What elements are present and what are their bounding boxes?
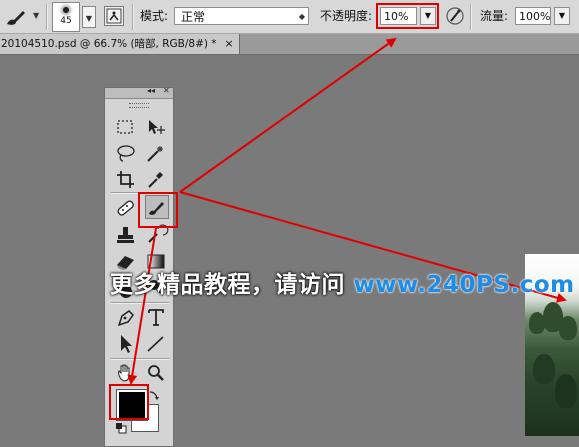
tree-foliage — [555, 374, 577, 408]
default-colors-icon[interactable] — [115, 422, 127, 434]
document-tab-bar: 20104510.psd @ 66.7% (暗部, RGB/8#) * × — [0, 34, 579, 55]
watermark: 更多精品教程，请访问 www.240PS.com — [110, 270, 575, 300]
divider — [46, 4, 48, 30]
brush-size-value: 45 — [60, 16, 72, 26]
spot-healing-tool[interactable] — [113, 196, 139, 220]
chevron-down-icon: ▼ — [558, 11, 566, 20]
move-tool[interactable] — [143, 116, 169, 140]
lasso-tool[interactable] — [113, 142, 139, 166]
tree-foliage — [533, 354, 555, 384]
brush-panel-toggle-button[interactable] — [104, 6, 124, 26]
opacity-label: 不透明度: — [320, 9, 373, 23]
blend-mode-select[interactable]: 正常 ◆ — [174, 7, 309, 25]
watermark-url: www.240PS.com — [353, 272, 575, 298]
updown-arrows-icon: ◆ — [298, 12, 305, 21]
clone-stamp-tool[interactable] — [113, 224, 139, 248]
crop-tool[interactable] — [113, 168, 139, 192]
marquee-tool[interactable] — [113, 116, 139, 140]
divider — [470, 4, 472, 30]
close-tab-icon[interactable]: × — [223, 34, 235, 54]
swap-colors-icon[interactable] — [147, 388, 161, 402]
arrow-to-opacity — [179, 37, 397, 193]
mode-label: 模式: — [140, 9, 169, 23]
type-tool[interactable] — [143, 306, 169, 330]
close-panel-icon[interactable]: ✕ — [163, 86, 170, 95]
tool-preset-dropdown-icon[interactable]: ▼ — [33, 11, 39, 20]
annotation-arrows — [127, 37, 567, 385]
divider — [111, 302, 169, 304]
watermark-chinese-text: 更多精品教程，请访问 — [110, 272, 345, 298]
tools-panel-header[interactable]: ◂◂ ✕ — [105, 86, 173, 99]
pen-tool[interactable] — [113, 306, 139, 330]
brush-tool-highlight-box — [138, 192, 178, 228]
options-bar: ▼ 45 ▼ 模式: 正常 ◆ 不透明度: 10% ▼ 流量: 100% ▼ — [0, 0, 579, 34]
line-tool[interactable] — [143, 332, 169, 356]
chevron-down-icon: ▼ — [85, 14, 93, 23]
collapse-panel-icon[interactable]: ◂◂ — [147, 86, 155, 95]
opacity-highlight-box — [376, 3, 439, 29]
foreground-color-highlight-box — [109, 384, 149, 420]
panel-grip[interactable] — [129, 103, 149, 108]
magic-wand-tool[interactable] — [143, 142, 169, 166]
divider — [111, 358, 169, 360]
zoom-tool[interactable] — [143, 361, 169, 385]
document-tab[interactable]: 20104510.psd @ 66.7% (暗部, RGB/8#) * — [0, 34, 240, 54]
brush-tool-preset-icon[interactable] — [4, 7, 30, 27]
flow-label: 流量: — [480, 9, 509, 23]
flow-slider-button[interactable]: ▼ — [554, 7, 570, 25]
path-selection-tool[interactable] — [113, 332, 139, 356]
tree-foliage — [559, 316, 577, 340]
flow-input[interactable]: 100% — [515, 7, 551, 25]
document-title: 20104510.psd @ 66.7% (暗部, RGB/8#) * — [1, 38, 217, 50]
blend-mode-value: 正常 — [181, 10, 206, 24]
eyedropper-tool[interactable] — [143, 168, 169, 192]
brush-preset-dropdown-button[interactable]: ▼ — [82, 6, 96, 28]
brush-preset-picker[interactable]: 45 — [52, 2, 80, 32]
hand-tool[interactable] — [113, 361, 139, 385]
brush-tip-icon — [63, 7, 69, 13]
pressure-opacity-icon[interactable] — [445, 6, 465, 26]
divider — [132, 4, 134, 30]
